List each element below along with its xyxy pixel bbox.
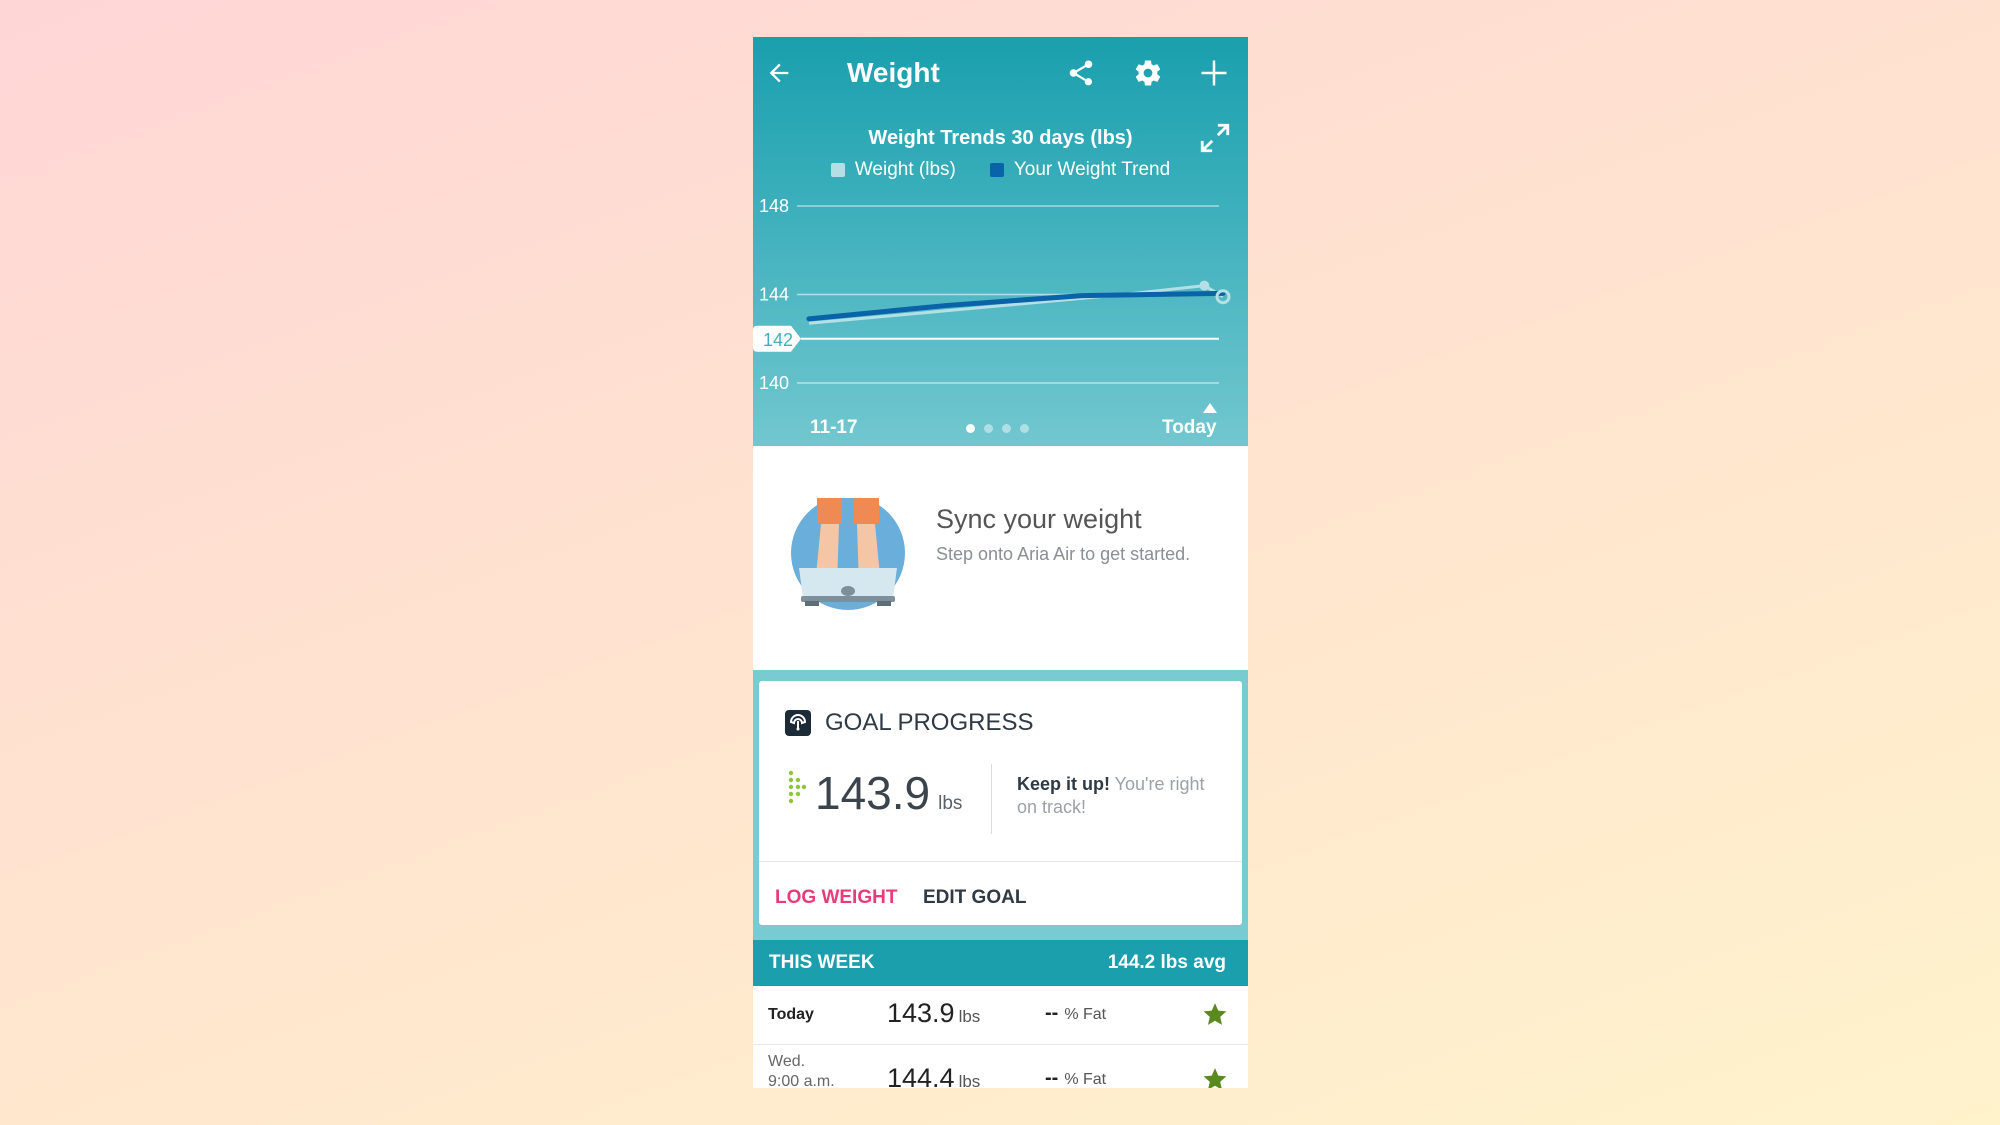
scale-gauge-icon <box>785 710 811 736</box>
star-icon <box>1203 1003 1227 1025</box>
page-dot[interactable] <box>1020 424 1029 433</box>
row-weight-value: 143.9 <box>887 998 955 1028</box>
goal-section: GOAL PROGRESS 143.9 lbs Keep it up! You'… <box>753 670 1248 940</box>
goal-message-bold: Keep it up! <box>1017 774 1110 794</box>
scale-illustration-icon <box>791 498 905 610</box>
goal-label: 142 <box>763 330 793 350</box>
trend-series-line <box>806 290 1226 322</box>
phone-screen: Weight Weight Trends 30 days (lbs) Weigh… <box>753 37 1248 1088</box>
row-fat-value: -- <box>1045 1002 1059 1024</box>
row-day: Wed. <box>768 1053 806 1070</box>
weight-log-row[interactable]: Today 143.9 lbs -- % Fat <box>753 986 1248 1045</box>
page-dot[interactable] <box>966 424 975 433</box>
page-dot[interactable] <box>1002 424 1011 433</box>
goal-message: Keep it up! You're right on track! <box>1017 773 1217 819</box>
today-marker-icon <box>1203 403 1217 413</box>
page-indicator <box>966 424 1029 433</box>
star-icon <box>1203 1068 1227 1088</box>
y-tick-label: 148 <box>759 196 789 216</box>
this-week-header: THIS WEEK 144.2 lbs avg <box>753 940 1248 986</box>
weight-series-line <box>808 284 1224 325</box>
row-weight-value: 144.4 <box>887 1063 955 1088</box>
row-fat: -- % Fat <box>1045 1067 1106 1088</box>
log-weight-button[interactable]: LOG WEIGHT <box>775 887 897 909</box>
sync-card[interactable]: Sync your weight Step onto Aria Air to g… <box>753 446 1248 670</box>
x-start-label: 11-17 <box>810 417 858 438</box>
row-fat-value: -- <box>1045 1067 1059 1088</box>
x-end-label: Today <box>1162 417 1217 438</box>
row-fat-unit: % Fat <box>1064 1006 1107 1023</box>
weight-chart[interactable]: 148 144 140 142 <box>753 37 1248 446</box>
sync-subtitle: Step onto Aria Air to get started. <box>936 544 1191 564</box>
row-fat: -- % Fat <box>1045 1002 1106 1025</box>
weight-hero: Weight Weight Trends 30 days (lbs) Weigh… <box>753 37 1248 446</box>
goal-progress-card: GOAL PROGRESS 143.9 lbs Keep it up! You'… <box>759 681 1242 925</box>
row-time: 9:00 a.m. <box>768 1073 835 1088</box>
progress-dots-icon <box>788 770 807 804</box>
goal-header: GOAL PROGRESS <box>785 709 1034 737</box>
this-week-average: 144.2 lbs avg <box>1107 952 1226 973</box>
row-fat-unit: % Fat <box>1064 1071 1107 1088</box>
goal-label: GOAL PROGRESS <box>825 709 1034 736</box>
sync-title: Sync your weight <box>936 504 1142 534</box>
divider <box>991 764 992 834</box>
this-week-label: THIS WEEK <box>769 952 875 973</box>
row-weight-unit: lbs <box>958 1007 981 1026</box>
divider <box>759 861 1242 862</box>
goal-weight-unit: lbs <box>938 793 963 814</box>
page-dot[interactable] <box>984 424 993 433</box>
edit-goal-button[interactable]: EDIT GOAL <box>923 887 1026 909</box>
goal-value: 143.9 lbs <box>787 766 962 820</box>
row-weight-unit: lbs <box>958 1072 981 1088</box>
row-day: Today <box>768 1006 814 1023</box>
row-weight: 143.9 lbs <box>887 998 980 1029</box>
weight-point <box>1199 280 1210 291</box>
y-tick-label: 140 <box>759 373 789 393</box>
goal-weight-value: 143.9 <box>815 767 931 819</box>
y-tick-label: 144 <box>759 285 789 305</box>
weight-log-row[interactable]: Wed. 9:00 a.m. 144.4 lbs -- % Fat <box>753 1045 1248 1088</box>
row-weight: 144.4 lbs <box>887 1063 980 1088</box>
